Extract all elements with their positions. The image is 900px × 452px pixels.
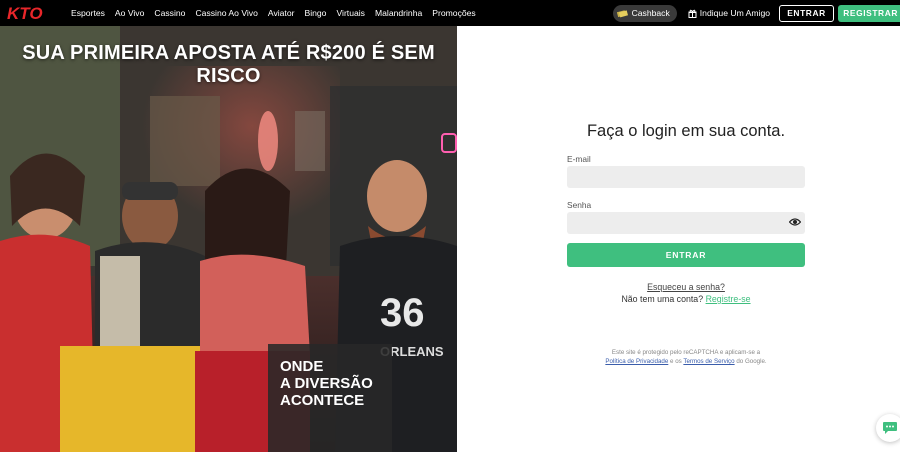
top-navigation-bar: KTO Esportes Ao Vivo Cassino Cassino Ao … bbox=[0, 0, 900, 26]
password-field[interactable] bbox=[567, 212, 805, 234]
nav-item-aviator[interactable]: Aviator bbox=[268, 8, 295, 18]
chat-icon bbox=[883, 421, 897, 434]
nav-item-malandrinha[interactable]: Malandrinha bbox=[375, 8, 422, 18]
nav-item-cassino-ao-vivo[interactable]: Cassino Ao Vivo bbox=[195, 8, 257, 18]
promo-hero: 36 ORLEANS SUA PRIMEIRA APOSTA ATÉ R$200… bbox=[0, 26, 457, 452]
hero-tagline: ONDE A DIVERSÃO ACONTECE bbox=[280, 358, 390, 409]
svg-text:36: 36 bbox=[380, 291, 425, 335]
email-field[interactable] bbox=[567, 166, 805, 188]
login-submit-button[interactable]: ENTRAR bbox=[567, 243, 805, 267]
forgot-password-link[interactable]: Esqueceu a senha? bbox=[567, 282, 805, 292]
tagline-box: ONDE A DIVERSÃO ACONTECE bbox=[268, 344, 392, 452]
no-account-line: Não tem uma conta? Registre-se bbox=[567, 294, 805, 304]
eye-icon[interactable] bbox=[789, 217, 801, 227]
nav-item-cassino[interactable]: Cassino bbox=[154, 8, 185, 18]
svg-text:KTO: KTO bbox=[7, 4, 43, 22]
kto-logo-mark: KTO bbox=[7, 4, 43, 22]
nav-item-virtuais[interactable]: Virtuais bbox=[336, 8, 365, 18]
refer-friend-label: Indique Um Amigo bbox=[699, 8, 770, 18]
nav-item-promocoes[interactable]: Promoções bbox=[432, 8, 475, 18]
login-panel: Faça o login em sua conta. E-mail Senha … bbox=[457, 26, 900, 452]
nav-item-ao-vivo[interactable]: Ao Vivo bbox=[115, 8, 144, 18]
privacy-policy-link[interactable]: Política de Privacidade bbox=[605, 358, 668, 365]
nav-item-bingo[interactable]: Bingo bbox=[304, 8, 326, 18]
recaptcha-text: Este site é protegido pelo reCAPTCHA e a… bbox=[611, 349, 761, 356]
header-login-button[interactable]: ENTRAR bbox=[779, 4, 834, 22]
nav-item-esportes[interactable]: Esportes bbox=[71, 8, 105, 18]
login-title: Faça o login em sua conta. bbox=[586, 122, 786, 140]
main-nav: Esportes Ao Vivo Cassino Cassino Ao Vivo… bbox=[71, 8, 476, 18]
cash-icon bbox=[616, 9, 628, 17]
refer-friend-link[interactable]: Indique Um Amigo bbox=[688, 8, 770, 18]
kto-logo[interactable]: KTO bbox=[7, 4, 62, 22]
gift-icon bbox=[688, 9, 697, 18]
no-account-text: Não tem uma conta? bbox=[621, 294, 704, 304]
email-label: E-mail bbox=[567, 154, 591, 164]
register-link[interactable]: Registre-se bbox=[706, 294, 751, 304]
password-label: Senha bbox=[567, 200, 592, 210]
cashback-button[interactable]: Cashback bbox=[612, 4, 677, 22]
recaptcha-notice: Este site é protegido pelo reCAPTCHA e a… bbox=[567, 348, 805, 366]
recaptcha-and-text: e os bbox=[670, 358, 682, 365]
cashback-label: Cashback bbox=[631, 8, 670, 18]
recaptcha-google-text: do Google. bbox=[736, 358, 767, 365]
hero-headline: SUA PRIMEIRA APOSTA ATÉ R$200 É SEM RISC… bbox=[22, 42, 435, 87]
terms-of-service-link[interactable]: Termos de Serviço bbox=[683, 358, 734, 365]
header-actions: Cashback Indique Um Amigo ENTRAR REGISTR… bbox=[612, 0, 900, 26]
header-register-button[interactable]: REGISTRAR bbox=[838, 4, 900, 22]
tagline-line-3: ACONTECE bbox=[280, 392, 365, 409]
tagline-line-1: ONDE bbox=[280, 358, 324, 375]
chat-button[interactable] bbox=[876, 414, 900, 442]
tagline-line-2: A DIVERSÃO bbox=[280, 375, 373, 392]
